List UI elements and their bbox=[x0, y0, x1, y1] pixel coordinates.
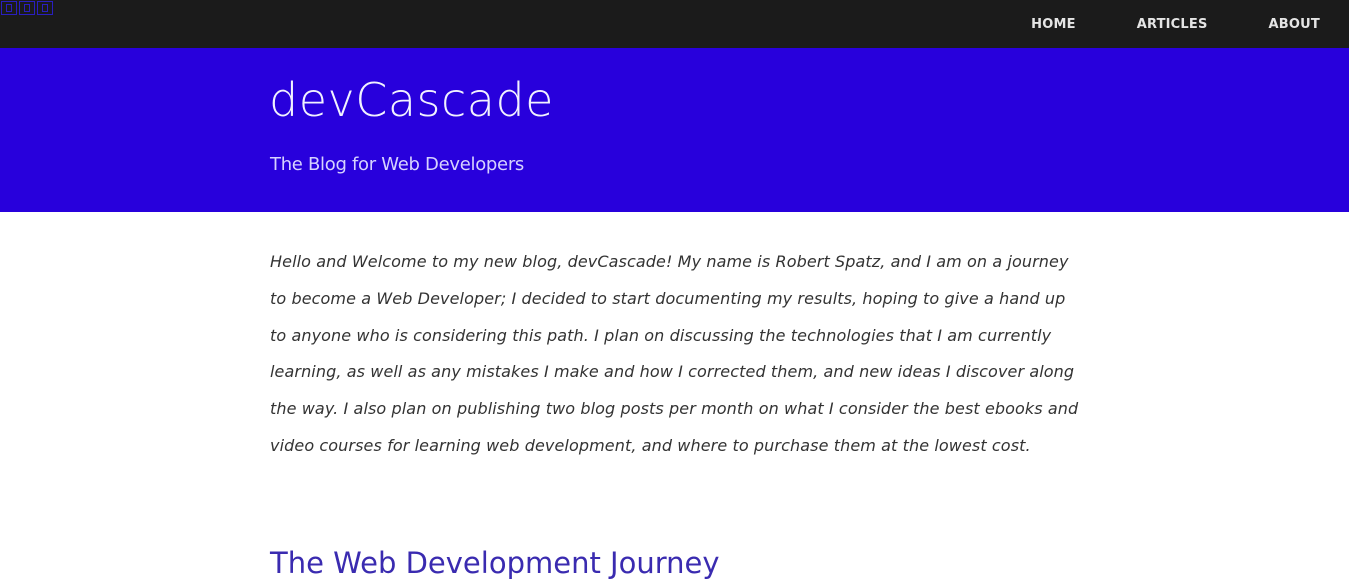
placeholder-icon bbox=[24, 4, 30, 12]
social-link-icon-1[interactable] bbox=[1, 1, 17, 15]
intro-paragraph: Hello and Welcome to my new blog, devCas… bbox=[270, 252, 1079, 455]
main-nav: HOME ARTICLES ABOUT bbox=[1031, 0, 1320, 48]
placeholder-icon bbox=[42, 4, 48, 12]
site-header: devCascade The Blog for Web Developers bbox=[0, 48, 1349, 212]
nav-about-link[interactable]: ABOUT bbox=[1269, 17, 1320, 32]
main-content: Hello and Welcome to my new blog, devCas… bbox=[270, 244, 1080, 580]
nav-home-link[interactable]: HOME bbox=[1031, 17, 1076, 32]
social-link-icon-2[interactable] bbox=[19, 1, 35, 15]
social-link-icon-3[interactable] bbox=[37, 1, 53, 15]
nav-articles-link[interactable]: ARTICLES bbox=[1137, 17, 1208, 32]
placeholder-icon bbox=[6, 4, 12, 12]
top-navbar: HOME ARTICLES ABOUT bbox=[0, 0, 1349, 48]
section-heading: The Web Development Journey bbox=[270, 546, 720, 580]
social-icons bbox=[1, 1, 53, 15]
site-subtitle: The Blog for Web Developers bbox=[270, 154, 524, 175]
site-title: devCascade bbox=[269, 73, 554, 127]
